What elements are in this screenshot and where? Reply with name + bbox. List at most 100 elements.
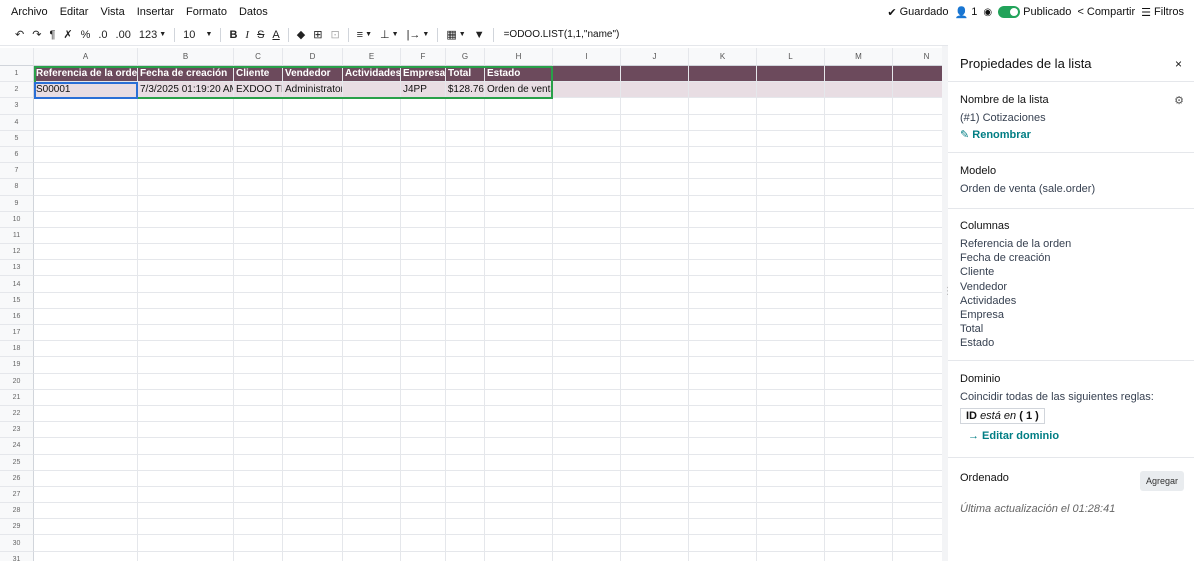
grid-cell[interactable] bbox=[234, 373, 283, 390]
filter-icon[interactable]: ▼ bbox=[470, 29, 489, 41]
grid-cell[interactable] bbox=[689, 438, 757, 455]
grid-cell[interactable] bbox=[34, 292, 138, 309]
grid-cell[interactable] bbox=[401, 454, 446, 471]
grid-cell[interactable] bbox=[34, 519, 138, 536]
grid-cell[interactable] bbox=[893, 422, 942, 439]
grid-cell[interactable] bbox=[234, 422, 283, 439]
grid-cell[interactable] bbox=[446, 389, 485, 406]
grid-cell[interactable] bbox=[234, 389, 283, 406]
grid-cell[interactable]: Fecha de creación bbox=[138, 66, 234, 83]
grid-cell[interactable] bbox=[343, 82, 401, 99]
grid-cell[interactable] bbox=[485, 114, 553, 131]
grid-cell[interactable] bbox=[343, 227, 401, 245]
grid-cell[interactable] bbox=[401, 519, 446, 536]
grid-cell[interactable] bbox=[446, 325, 485, 342]
grid-cell[interactable] bbox=[485, 325, 553, 342]
menu-formato[interactable]: Formato bbox=[180, 6, 233, 18]
grid-cell[interactable] bbox=[34, 244, 138, 261]
paint-format-icon[interactable]: ¶ bbox=[45, 29, 59, 41]
grid-cell[interactable] bbox=[401, 179, 446, 196]
grid-cell[interactable] bbox=[757, 373, 825, 390]
grid-cell[interactable] bbox=[893, 196, 942, 212]
grid-cell[interactable] bbox=[621, 179, 689, 196]
column-header[interactable]: F bbox=[401, 48, 446, 66]
grid-cell[interactable] bbox=[825, 470, 893, 487]
grid-cell[interactable] bbox=[757, 211, 825, 228]
grid-cell[interactable] bbox=[893, 390, 942, 406]
grid-cell[interactable] bbox=[621, 389, 689, 406]
grid-cell[interactable] bbox=[343, 503, 401, 520]
grid-cell[interactable] bbox=[757, 146, 825, 164]
grid-cell[interactable] bbox=[553, 373, 621, 390]
grid-cell[interactable] bbox=[446, 308, 485, 325]
grid-cell[interactable] bbox=[34, 470, 138, 487]
grid-cell[interactable] bbox=[283, 438, 343, 455]
grid-cell[interactable] bbox=[893, 212, 942, 228]
grid-cell[interactable] bbox=[283, 341, 343, 358]
grid-cell[interactable] bbox=[757, 114, 825, 131]
row-number[interactable]: 5 bbox=[0, 130, 34, 147]
grid-cell[interactable] bbox=[757, 227, 825, 245]
grid-cell[interactable] bbox=[553, 341, 621, 358]
grid-cell[interactable] bbox=[621, 66, 689, 83]
grid-cell[interactable] bbox=[234, 292, 283, 309]
grid-cell[interactable] bbox=[446, 227, 485, 245]
grid-cell[interactable]: 7/3/2025 01:19:20 AM bbox=[138, 82, 234, 99]
grid-cell[interactable] bbox=[138, 357, 234, 374]
grid-cell[interactable] bbox=[553, 66, 621, 83]
grid-cell[interactable] bbox=[401, 503, 446, 520]
grid-cell[interactable] bbox=[138, 373, 234, 390]
grid-cell[interactable] bbox=[234, 486, 283, 504]
grid-cell[interactable] bbox=[689, 454, 757, 471]
grid-cell[interactable] bbox=[757, 163, 825, 180]
grid-cell[interactable] bbox=[138, 276, 234, 293]
grid-cell[interactable] bbox=[893, 374, 942, 390]
grid-cell[interactable] bbox=[234, 325, 283, 342]
grid-cell[interactable] bbox=[689, 503, 757, 520]
grid-cell[interactable] bbox=[621, 551, 689, 561]
grid-cell[interactable] bbox=[689, 341, 757, 358]
grid-cell[interactable] bbox=[283, 276, 343, 293]
grid-cell[interactable] bbox=[401, 438, 446, 455]
grid-cell[interactable] bbox=[138, 146, 234, 164]
grid-cell[interactable] bbox=[401, 341, 446, 358]
grid-cell[interactable] bbox=[825, 114, 893, 131]
grid-cell[interactable] bbox=[446, 486, 485, 504]
grid-cell[interactable] bbox=[825, 195, 893, 212]
grid-cell[interactable] bbox=[689, 405, 757, 423]
grid-cell[interactable] bbox=[757, 405, 825, 423]
redo-icon[interactable]: ↷ bbox=[28, 28, 45, 41]
grid-cell[interactable] bbox=[138, 470, 234, 487]
grid-cell[interactable] bbox=[485, 260, 553, 277]
grid-cell[interactable] bbox=[401, 486, 446, 504]
percent-button[interactable]: % bbox=[77, 29, 95, 41]
grid-cell[interactable] bbox=[825, 422, 893, 439]
grid-cell[interactable] bbox=[757, 98, 825, 115]
column-header[interactable]: J bbox=[621, 48, 689, 66]
grid-cell[interactable] bbox=[401, 163, 446, 180]
grid-cell[interactable] bbox=[234, 454, 283, 471]
row-number[interactable]: 28 bbox=[0, 503, 34, 520]
grid-cell[interactable] bbox=[689, 211, 757, 228]
grid-cell[interactable] bbox=[485, 438, 553, 455]
grid-cell[interactable] bbox=[621, 227, 689, 245]
grid-cell[interactable] bbox=[343, 341, 401, 358]
grid-cell[interactable] bbox=[446, 211, 485, 228]
grid-cell[interactable] bbox=[825, 179, 893, 196]
grid-cell[interactable] bbox=[446, 260, 485, 277]
corner-cell[interactable] bbox=[0, 48, 34, 66]
grid-cell[interactable] bbox=[825, 130, 893, 147]
grid-cell[interactable] bbox=[689, 551, 757, 561]
grid-cell[interactable] bbox=[825, 98, 893, 115]
menu-datos[interactable]: Datos bbox=[233, 6, 274, 18]
grid-cell[interactable]: Empresa bbox=[401, 66, 446, 83]
grid-cell[interactable] bbox=[34, 438, 138, 455]
row-number[interactable]: 18 bbox=[0, 341, 34, 358]
grid-cell[interactable] bbox=[283, 454, 343, 471]
column-header[interactable]: C bbox=[234, 48, 283, 66]
menu-editar[interactable]: Editar bbox=[54, 6, 95, 18]
grid-cell[interactable] bbox=[138, 551, 234, 561]
globe-icon[interactable]: ◉ bbox=[983, 7, 992, 18]
grid-cell[interactable] bbox=[553, 114, 621, 131]
grid-cell[interactable] bbox=[283, 114, 343, 131]
